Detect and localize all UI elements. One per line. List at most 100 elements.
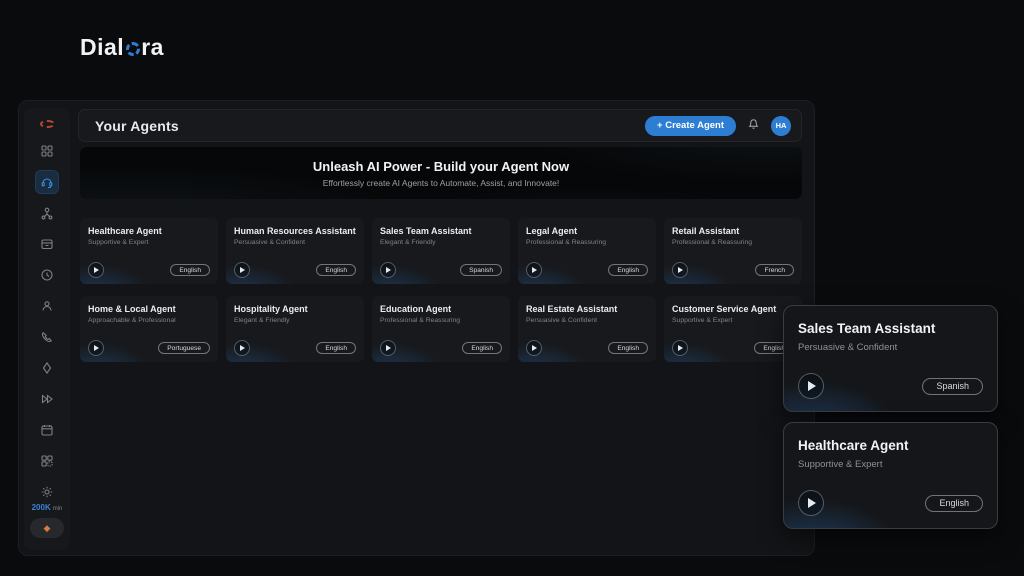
language-badge: English	[316, 342, 356, 354]
language-badge: English	[316, 264, 356, 276]
agent-card-footer: French	[672, 262, 794, 278]
promo-banner: Unleash AI Power - Build your Agent Now …	[80, 147, 802, 199]
play-button[interactable]	[380, 262, 396, 278]
play-button[interactable]	[672, 340, 688, 356]
sidebar-footer: 200Kmin ◆	[30, 503, 64, 550]
agent-card[interactable]: Legal Agent Professional & Reassuring En…	[518, 218, 656, 284]
play-icon	[240, 345, 245, 351]
play-button[interactable]	[798, 490, 824, 516]
play-button[interactable]	[88, 262, 104, 278]
agent-card[interactable]: Hospitality Agent Elegant & Friendly Eng…	[226, 296, 364, 362]
agent-preview-card[interactable]: Sales Team Assistant Persuasive & Confid…	[783, 305, 998, 412]
play-icon	[386, 267, 391, 273]
agent-preview-card[interactable]: Healthcare Agent Supportive & Expert Eng…	[783, 422, 998, 529]
agent-card[interactable]: Real Estate Assistant Persuasive & Confi…	[518, 296, 656, 362]
sidebar-item-rewards[interactable]	[36, 357, 58, 379]
sidebar-item-calendar[interactable]	[36, 419, 58, 441]
agent-name: Home & Local Agent	[88, 304, 210, 314]
main-panel: 200Kmin ◆ Your Agents + Create Agent HA	[18, 100, 815, 556]
agent-card[interactable]: Healthcare Agent Supportive & Expert Eng…	[80, 218, 218, 284]
play-icon	[240, 267, 245, 273]
play-button[interactable]	[380, 340, 396, 356]
agent-card-footer: Spanish	[380, 262, 502, 278]
play-button[interactable]	[234, 340, 250, 356]
banner-subtitle: Effortlessly create AI Agents to Automat…	[323, 178, 560, 188]
agent-name: Hospitality Agent	[234, 304, 356, 314]
agent-tone: Professional & Reassuring	[380, 317, 502, 324]
agent-card[interactable]: Sales Team Assistant Elegant & Friendly …	[372, 218, 510, 284]
agent-name: Real Estate Assistant	[526, 304, 648, 314]
sidebar-item-history[interactable]	[36, 264, 58, 286]
sidebar-nav	[36, 140, 58, 503]
play-icon	[808, 381, 816, 391]
play-icon	[532, 345, 537, 351]
notifications-bell-icon[interactable]	[747, 117, 760, 135]
agent-tone: Supportive & Expert	[798, 459, 983, 470]
sidebar-item-agents[interactable]	[36, 171, 58, 193]
agent-card-footer: Portuguese	[88, 340, 210, 356]
language-badge: English	[608, 264, 648, 276]
agent-card[interactable]: Customer Service Agent Supportive & Expe…	[664, 296, 802, 362]
play-button[interactable]	[798, 373, 824, 399]
play-button[interactable]	[88, 340, 104, 356]
history-icon	[40, 268, 54, 282]
language-badge: English	[608, 342, 648, 354]
create-agent-button[interactable]: + Create Agent	[645, 116, 736, 136]
preview-card-footer: English	[798, 490, 983, 516]
play-button[interactable]	[526, 340, 542, 356]
agent-name: Retail Assistant	[672, 226, 794, 236]
agent-tone: Persuasive & Confident	[526, 317, 648, 324]
agent-tone: Persuasive & Confident	[234, 239, 356, 246]
content-header: Your Agents + Create Agent HA	[78, 109, 802, 142]
rewards-icon	[40, 361, 54, 375]
agent-name: Legal Agent	[526, 226, 648, 236]
minutes-remaining: 200Kmin	[32, 503, 63, 512]
language-badge: English	[925, 495, 983, 512]
play-icon	[678, 345, 683, 351]
agent-name: Human Resources Assistant	[234, 226, 356, 236]
sidebar-item-dashboard[interactable]	[36, 140, 58, 162]
agent-name: Sales Team Assistant	[380, 226, 502, 236]
sidebar-item-settings[interactable]	[36, 481, 58, 503]
sidebar-item-calls[interactable]	[36, 326, 58, 348]
agent-card[interactable]: Retail Assistant Professional & Reassuri…	[664, 218, 802, 284]
agents-grid: Healthcare Agent Supportive & Expert Eng…	[80, 218, 802, 362]
upgrade-button[interactable]: ◆	[30, 518, 64, 538]
agents-icon	[40, 175, 54, 189]
play-button[interactable]	[526, 262, 542, 278]
sidebar-item-campaigns[interactable]	[36, 388, 58, 410]
language-badge: French	[755, 264, 794, 276]
agent-name: Healthcare Agent	[88, 226, 210, 236]
app-logo-text-prefix: Dial	[80, 34, 124, 61]
agent-tone: Persuasive & Confident	[798, 342, 983, 353]
play-button[interactable]	[672, 262, 688, 278]
team-icon	[40, 206, 54, 220]
logo-ring-icon	[126, 42, 140, 56]
page: Dial ra 200Kmin ◆ Your Agents + Create A…	[0, 0, 1024, 576]
minutes-unit: min	[53, 506, 63, 512]
user-avatar[interactable]: HA	[771, 116, 791, 136]
agent-name: Sales Team Assistant	[798, 321, 983, 336]
sidebar-item-contacts[interactable]	[36, 295, 58, 317]
banner-title: Unleash AI Power - Build your Agent Now	[313, 159, 569, 174]
agent-card-footer: English	[234, 262, 356, 278]
sidebar-logo-icon	[40, 120, 55, 128]
play-button[interactable]	[234, 262, 250, 278]
settings-icon	[40, 485, 54, 499]
agent-card[interactable]: Home & Local Agent Approachable & Profes…	[80, 296, 218, 362]
agent-card[interactable]: Education Agent Professional & Reassurin…	[372, 296, 510, 362]
agent-preview-popups: Sales Team Assistant Persuasive & Confid…	[783, 305, 998, 529]
app-logo-text-suffix: ra	[141, 34, 164, 61]
play-icon	[808, 498, 816, 508]
sidebar-item-inbox[interactable]	[36, 233, 58, 255]
agent-card[interactable]: Human Resources Assistant Persuasive & C…	[226, 218, 364, 284]
agent-name: Healthcare Agent	[798, 438, 983, 453]
sidebar-item-team[interactable]	[36, 202, 58, 224]
language-badge: Portuguese	[158, 342, 210, 354]
agent-tone: Elegant & Friendly	[234, 317, 356, 324]
agent-tone: Elegant & Friendly	[380, 239, 502, 246]
sidebar-item-apps[interactable]	[36, 450, 58, 472]
agent-card-footer: English	[88, 262, 210, 278]
language-badge: Spanish	[460, 264, 502, 276]
play-icon	[532, 267, 537, 273]
